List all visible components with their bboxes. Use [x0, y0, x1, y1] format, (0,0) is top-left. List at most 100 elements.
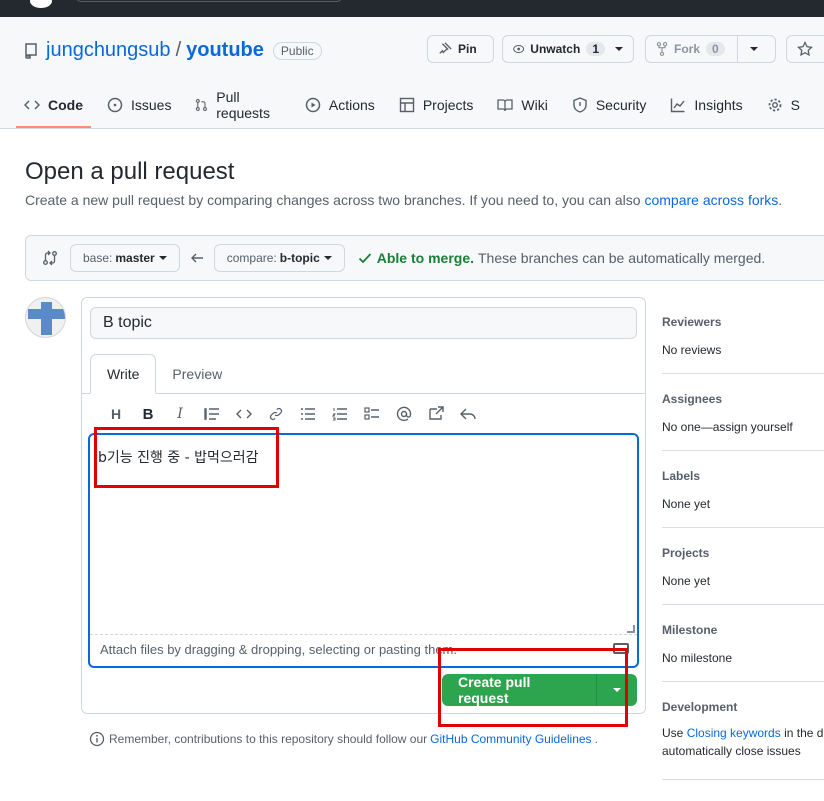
italic-button[interactable]: I [164, 404, 196, 424]
repo-header: jungchungsub / youtube Public Pin Unwatc… [0, 17, 824, 129]
link-button[interactable] [260, 404, 292, 424]
book-icon [497, 99, 514, 112]
list-unordered-icon [301, 408, 315, 420]
ordered-list-button[interactable] [324, 404, 356, 424]
labels-heading: Labels [662, 469, 701, 483]
issue-icon [107, 97, 123, 113]
tab-actions[interactable]: Actions [305, 83, 375, 127]
base-label: base: [83, 251, 113, 265]
bold-button[interactable]: B [132, 404, 164, 424]
visibility-badge: Public [272, 41, 322, 60]
repo-icon [25, 42, 37, 59]
chevron-down-icon [158, 256, 167, 260]
assignees-value[interactable]: No one—assign yourself [662, 420, 824, 434]
reviewers-value: No reviews [662, 343, 722, 357]
unordered-list-button[interactable] [292, 404, 324, 424]
subtitle-end: . [778, 192, 783, 208]
tab-label: Actions [328, 97, 375, 113]
tasklist-icon [364, 407, 379, 420]
gear-icon [768, 98, 782, 112]
check-icon [358, 253, 371, 264]
sidebar-projects[interactable]: Projects None yet [662, 546, 824, 605]
projects-heading: Projects [662, 546, 710, 560]
markdown-toolbar: H B I [100, 404, 484, 424]
compare-branch-select[interactable]: compare: b-topic [213, 244, 345, 272]
projects-value: None yet [662, 574, 711, 588]
tab-label: Pull requests [216, 89, 270, 121]
fork-button[interactable]: Fork 0 [645, 35, 776, 63]
tab-security[interactable]: Security [572, 83, 646, 127]
compare-across-forks-link[interactable]: compare across forks [644, 192, 778, 208]
fork-count: 0 [706, 42, 725, 56]
tab-projects[interactable]: Projects [399, 83, 474, 127]
tab-settings[interactable]: S [767, 83, 800, 127]
search-input[interactable] [76, 0, 342, 2]
quote-button[interactable] [196, 404, 228, 424]
repo-name-link[interactable]: youtube [186, 39, 264, 62]
git-compare-icon [43, 250, 57, 266]
sidebar-labels[interactable]: Labels None yet [662, 469, 824, 528]
compare-branch: b-topic [279, 251, 320, 265]
compare-label: compare: [226, 251, 277, 265]
attach-files-text[interactable]: Attach files by dragging & dropping, sel… [100, 642, 457, 657]
watch-count: 1 [586, 42, 605, 56]
tab-issues[interactable]: Issues [107, 83, 171, 127]
saved-reply-button[interactable] [452, 404, 484, 424]
reply-icon [460, 408, 476, 420]
tab-pull-requests[interactable]: Pull requests [195, 83, 280, 127]
pull-request-icon [196, 99, 208, 111]
sidebar-milestone[interactable]: Milestone No milestone [662, 623, 824, 682]
tab-insights[interactable]: Insights [670, 83, 743, 127]
mention-icon [396, 406, 412, 422]
code-icon [24, 100, 40, 110]
watch-button[interactable]: Unwatch 1 [502, 35, 634, 63]
note-text: Remember, contributions to this reposito… [109, 732, 428, 746]
community-guidelines-link[interactable]: GitHub Community Guidelines [430, 732, 591, 746]
mention-button[interactable] [388, 404, 420, 424]
pin-button[interactable]: Pin [427, 35, 494, 63]
tab-wiki[interactable]: Wiki [497, 83, 548, 127]
development-heading: Development [662, 700, 738, 714]
code-button[interactable] [228, 404, 260, 424]
info-icon [89, 731, 105, 747]
resize-handle-icon[interactable] [627, 625, 635, 633]
code-icon [236, 409, 252, 419]
pin-icon [439, 42, 452, 54]
heading-button[interactable]: H [100, 404, 132, 424]
sidebar-reviewers[interactable]: Reviewers No reviews [662, 315, 824, 374]
base-branch: master [115, 251, 155, 265]
task-list-button[interactable] [356, 404, 388, 424]
identicon-image [28, 302, 65, 335]
subtitle-text: Create a new pull request by comparing c… [25, 192, 641, 208]
avatar[interactable] [25, 297, 66, 338]
star-button[interactable] [786, 35, 824, 63]
tab-label: Code [48, 97, 83, 113]
sidebar-development: Development Use Closing keywords in the … [662, 700, 824, 780]
chevron-down-icon[interactable] [749, 47, 758, 51]
base-branch-select[interactable]: base: master [70, 244, 180, 272]
closing-keywords-link[interactable]: Closing keywords [687, 726, 781, 740]
development-text-3: automatically close issues [662, 744, 801, 758]
pr-title-input[interactable]: B topic [90, 307, 637, 339]
repo-owner-link[interactable]: jungchungsub [46, 39, 171, 62]
shield-icon [573, 97, 587, 113]
play-icon [305, 97, 321, 113]
tab-label: Projects [422, 97, 474, 113]
assignees-heading: Assignees [662, 392, 723, 406]
tab-code[interactable]: Code [16, 83, 91, 128]
highlight-box-body [94, 427, 279, 488]
fork-icon [656, 42, 668, 56]
list-ordered-icon [332, 408, 347, 421]
guidelines-note: Remember, contributions to this reposito… [89, 731, 598, 747]
branch-range-bar: base: master compare: b-topic Able to me… [25, 235, 824, 281]
editor-tabs: Write Preview [90, 354, 238, 394]
cross-reference-button[interactable] [420, 404, 452, 424]
github-logo-icon[interactable] [30, 0, 52, 8]
development-text-2: in the de [784, 726, 824, 740]
merge-status-label: Able to merge. [376, 250, 474, 266]
tab-write[interactable]: Write [90, 354, 157, 394]
sidebar-assignees[interactable]: Assignees No one—assign yourself [662, 392, 824, 451]
tab-preview[interactable]: Preview [156, 354, 238, 394]
pin-label: Pin [458, 42, 477, 56]
graph-icon [671, 98, 685, 113]
